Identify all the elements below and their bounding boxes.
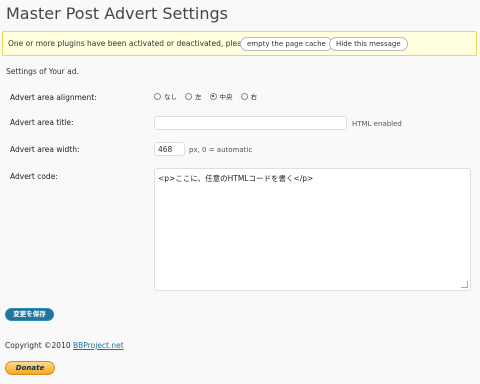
area-title-input[interactable] [154,116,347,130]
radio-label: なし [164,93,177,101]
area-width-label: Advert area width: [10,145,80,154]
advert-code-label: Advert code: [10,172,58,181]
alignment-option-right[interactable]: 右 [240,91,258,101]
footer-copyright: Copyright ©2010 BBProject.net [5,341,124,350]
hide-message-button[interactable]: Hide this message [329,37,408,51]
radio-label: 右 [250,93,258,101]
radio-selected-icon[interactable] [209,92,217,100]
resize-handle-icon[interactable] [461,281,468,288]
section-intro: Settings of Your ad. [6,67,79,76]
page-title: Master Post Advert Settings [6,4,228,23]
alignment-option-left[interactable]: 左 [185,91,202,101]
bbproject-link[interactable]: BBProject.net [73,341,124,350]
notice-message: One or more plugins have been activated … [8,39,251,48]
radio-label: 左 [195,93,202,101]
donate-button[interactable]: Donate [5,361,55,375]
advert-code-value: <p>ここに、任意のHTMLコードを書く</p> [158,174,314,183]
advert-code-textarea[interactable]: <p>ここに、任意のHTMLコードを書く</p> [154,168,471,291]
plugin-notice: One or more plugins have been activated … [2,31,477,56]
area-title-hint: HTML enabled [352,120,402,128]
alignment-option-none[interactable]: なし [154,91,177,101]
radio-icon[interactable] [154,92,161,100]
copyright-text: Copyright ©2010 [5,341,74,350]
alignment-radio-group: なし 左 中央 右 [154,91,257,101]
area-title-label: Advert area title: [10,118,74,127]
area-width-hint: px, 0 = automatic [189,146,253,154]
alignment-option-center[interactable]: 中央 [209,91,233,101]
radio-icon[interactable] [240,92,248,100]
radio-icon[interactable] [185,92,192,100]
alignment-label: Advert area alignment: [10,93,97,102]
save-changes-button[interactable]: 変更を保存 [5,308,54,321]
radio-label: 中央 [219,93,233,101]
empty-page-cache-button[interactable]: empty the page cache [240,37,333,51]
area-width-input[interactable]: 468 [154,142,185,156]
